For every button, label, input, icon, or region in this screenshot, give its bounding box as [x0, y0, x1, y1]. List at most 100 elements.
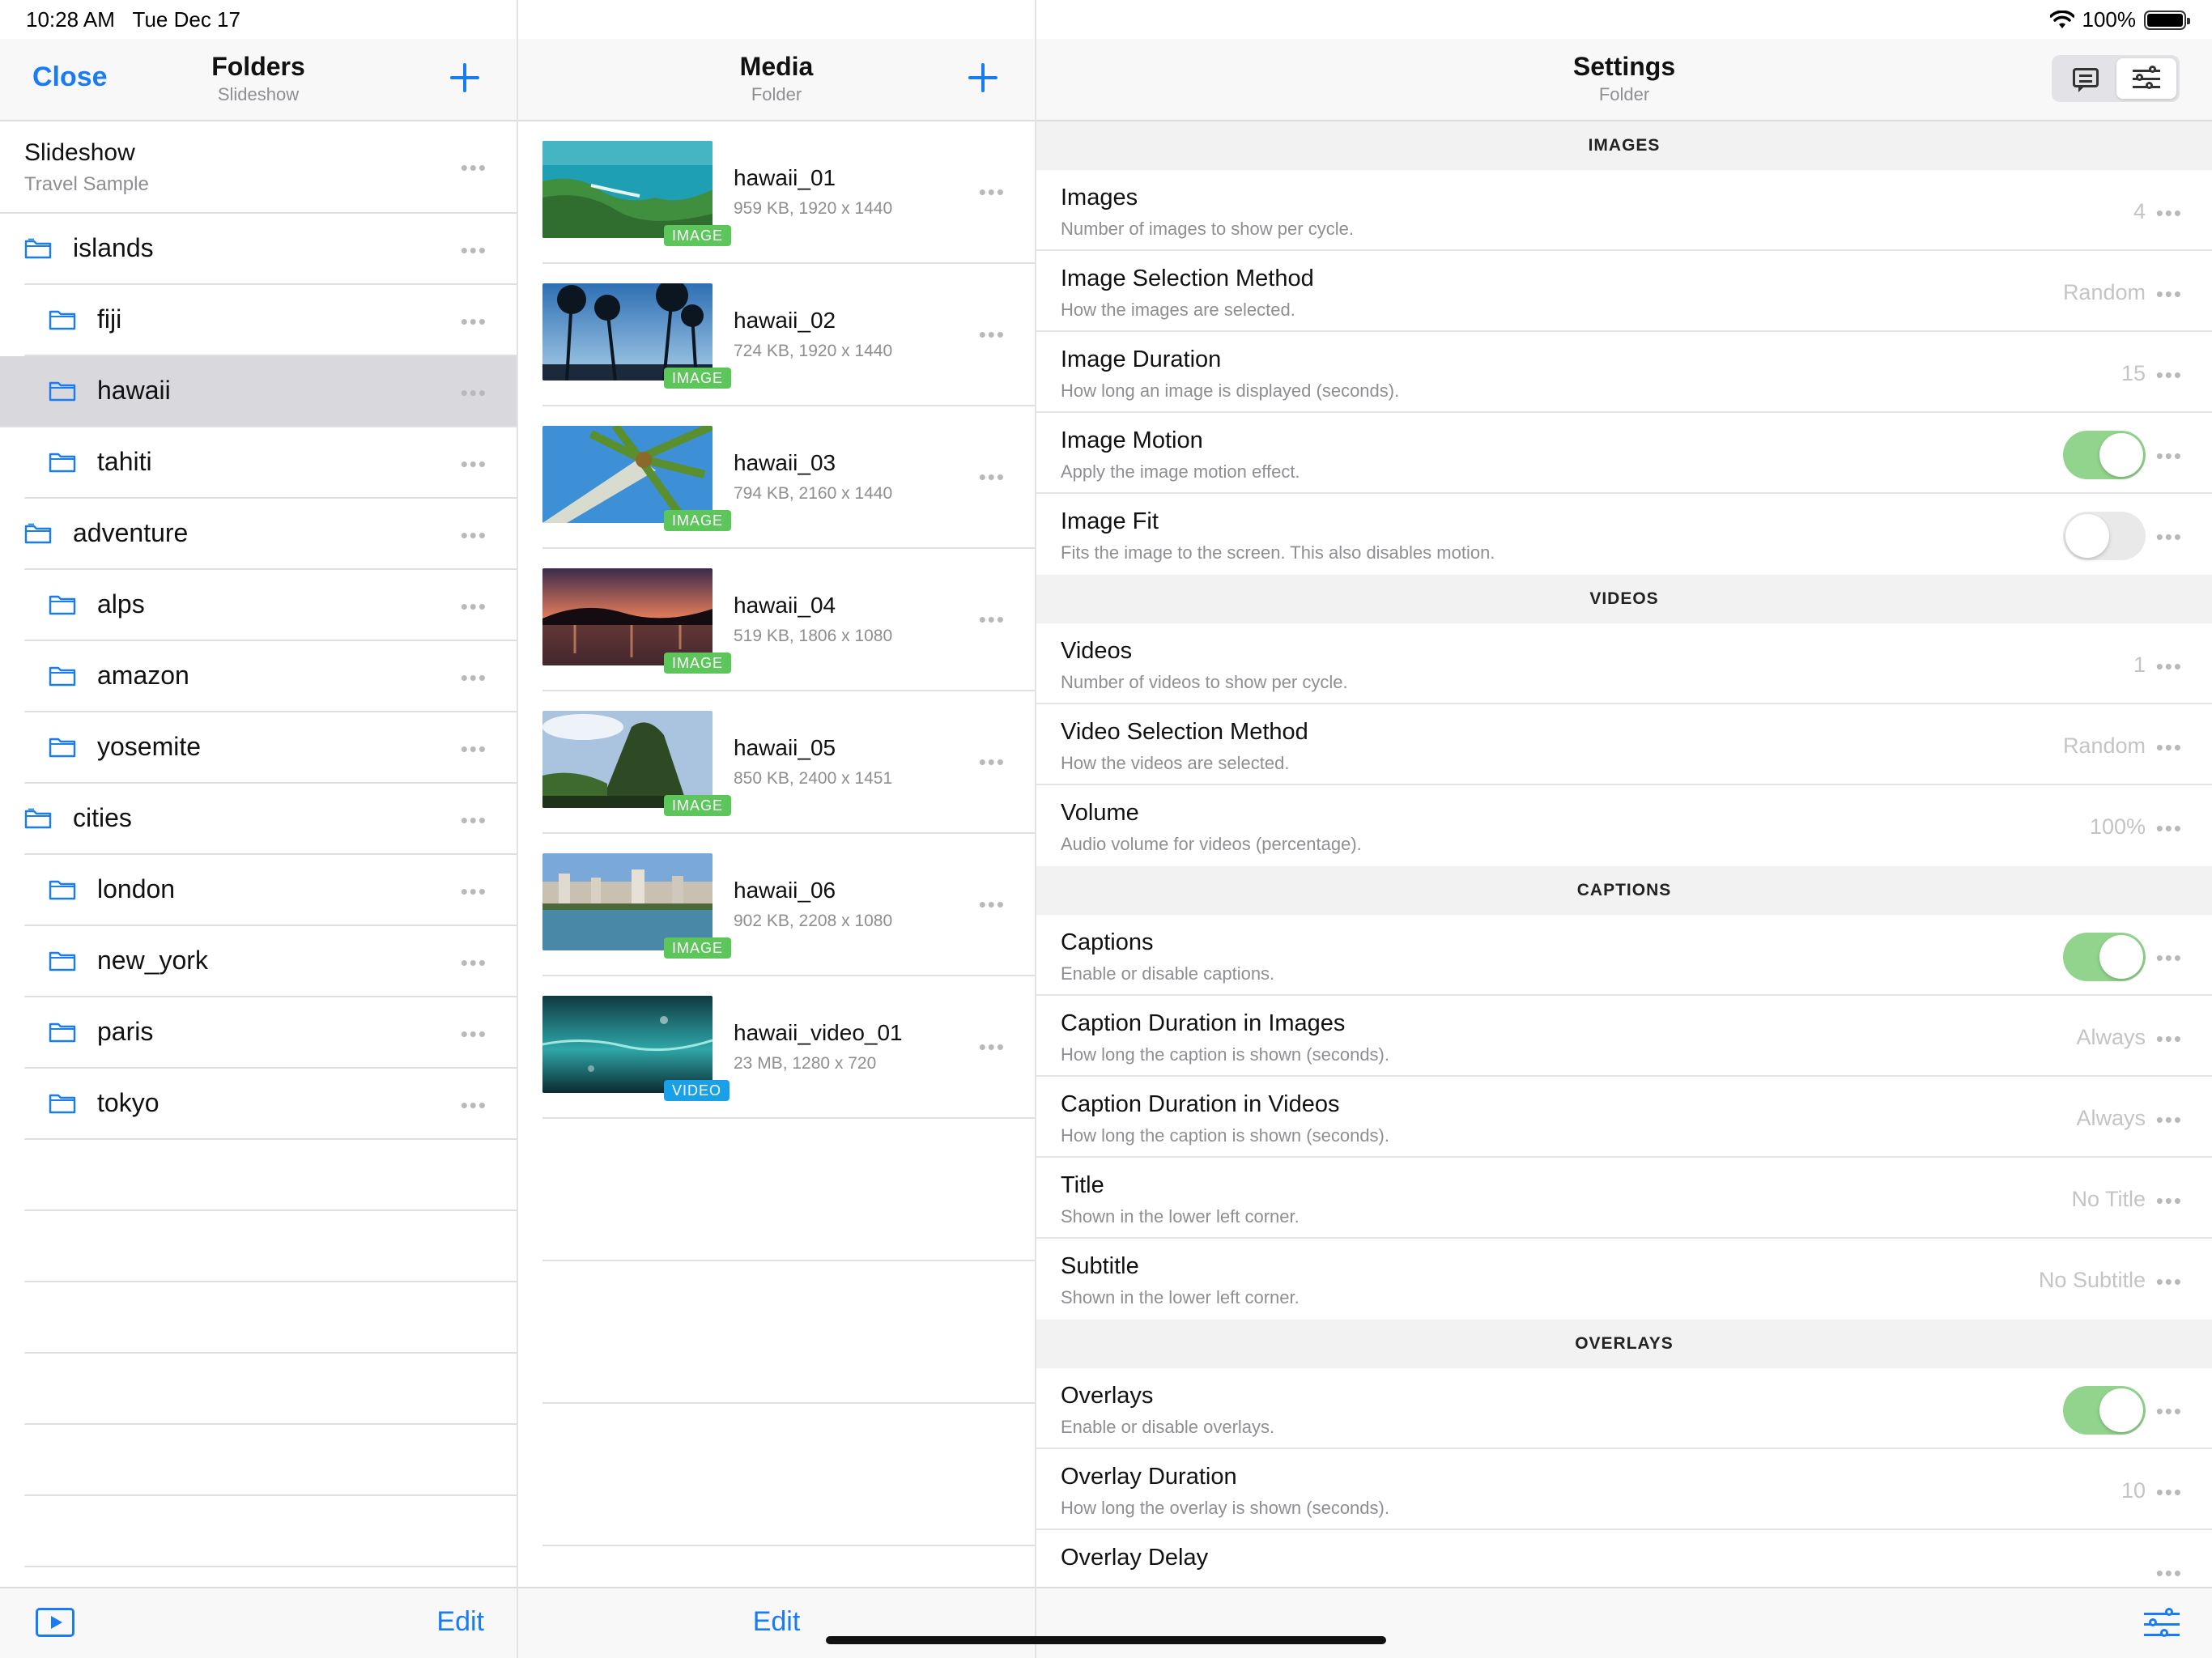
- more-icon[interactable]: •••: [461, 667, 487, 688]
- more-icon[interactable]: •••: [461, 453, 487, 474]
- more-icon[interactable]: •••: [2156, 1028, 2183, 1049]
- add-media-plus-icon[interactable]: [967, 62, 999, 94]
- more-icon[interactable]: •••: [461, 240, 487, 261]
- empty-row: [542, 1261, 1035, 1404]
- more-icon[interactable]: •••: [979, 181, 1006, 202]
- more-icon[interactable]: •••: [2156, 202, 2183, 223]
- more-icon[interactable]: •••: [2156, 1271, 2183, 1292]
- more-icon[interactable]: •••: [2156, 445, 2183, 466]
- folder-row-tokyo[interactable]: tokyo •••: [24, 1069, 517, 1140]
- sliders-icon: [2133, 66, 2160, 91]
- folder-row-fiji[interactable]: fiji •••: [24, 285, 517, 356]
- more-icon[interactable]: •••: [461, 525, 487, 546]
- sliders-icon[interactable]: [2144, 1608, 2180, 1640]
- captions-segment[interactable]: [2055, 58, 2115, 99]
- setting-row-videos[interactable]: Videos Number of videos to show per cycle…: [1036, 623, 2212, 704]
- setting-row-subtitle[interactable]: Subtitle Shown in the lower left corner. N…: [1036, 1239, 2212, 1320]
- setting-row-video-selection-method[interactable]: Video Selection Method How the videos are…: [1036, 704, 2212, 785]
- more-icon[interactable]: •••: [461, 738, 487, 759]
- settings-segment[interactable]: [2116, 58, 2176, 99]
- add-folder-plus-icon[interactable]: [449, 62, 481, 94]
- more-icon[interactable]: •••: [2156, 283, 2183, 304]
- media-row-hawaii-05[interactable]: IMAGE hawaii_05 850 KB, 2400 x 1451 •••: [542, 691, 1035, 834]
- more-icon[interactable]: •••: [979, 324, 1006, 345]
- more-icon[interactable]: •••: [461, 1095, 487, 1116]
- folders-title: Folders: [211, 52, 305, 81]
- more-icon[interactable]: •••: [461, 952, 487, 973]
- more-icon[interactable]: •••: [979, 894, 1006, 915]
- setting-row-image-fit[interactable]: Image Fit Fits the image to the screen. T…: [1036, 494, 2212, 575]
- media-row-hawaii-04[interactable]: IMAGE hawaii_04 519 KB, 1806 x 1080 •••: [542, 549, 1035, 691]
- setting-row-overlay-duration[interactable]: Overlay Duration How long the overlay is …: [1036, 1449, 2212, 1530]
- overlays-toggle[interactable]: [2063, 1386, 2146, 1435]
- setting-row-caption-duration-in-videos[interactable]: Caption Duration in Videos How long the c…: [1036, 1077, 2212, 1158]
- setting-row-overlays[interactable]: Overlays Enable or disable overlays. •••: [1036, 1368, 2212, 1449]
- more-icon[interactable]: •••: [979, 751, 1006, 772]
- slideshow-root-row[interactable]: Slideshow Travel Sample •••: [0, 121, 517, 214]
- more-icon[interactable]: •••: [2156, 364, 2183, 385]
- more-icon[interactable]: •••: [461, 596, 487, 617]
- media-row-hawaii-06[interactable]: IMAGE hawaii_06 902 KB, 2208 x 1080 •••: [542, 834, 1035, 976]
- more-icon[interactable]: •••: [2156, 947, 2183, 968]
- setting-row-caption-duration-in-images[interactable]: Caption Duration in Images How long the c…: [1036, 996, 2212, 1077]
- setting-row-captions[interactable]: Captions Enable or disable captions. •••: [1036, 915, 2212, 996]
- setting-row-image-motion[interactable]: Image Motion Apply the image motion effec…: [1036, 413, 2212, 494]
- more-icon[interactable]: •••: [979, 1036, 1006, 1057]
- more-icon[interactable]: •••: [461, 1023, 487, 1044]
- folder-row-yosemite[interactable]: yosemite •••: [24, 712, 517, 784]
- media-rows: IMAGE hawaii_01 959 KB, 1920 x 1440 ••• IMAG…: [542, 121, 1035, 1119]
- setting-title: Image Selection Method: [1061, 266, 1314, 291]
- setting-description: Audio volume for videos (percentage).: [1061, 834, 1362, 854]
- media-title: Media: [739, 52, 814, 81]
- more-icon[interactable]: •••: [2156, 1401, 2183, 1422]
- more-icon[interactable]: •••: [979, 609, 1006, 630]
- setting-row-title[interactable]: Title Shown in the lower left corner. No T…: [1036, 1158, 2212, 1239]
- setting-row-volume[interactable]: Volume Audio volume for videos (percentag…: [1036, 785, 2212, 866]
- folder-name: paris: [97, 1017, 154, 1046]
- media-subtitle: Folder: [751, 84, 802, 104]
- media-row-hawaii-01[interactable]: IMAGE hawaii_01 959 KB, 1920 x 1440 •••: [542, 121, 1035, 264]
- more-icon[interactable]: •••: [2156, 1482, 2183, 1503]
- folder-name: new_york: [97, 946, 208, 975]
- captions-toggle[interactable]: [2063, 933, 2146, 981]
- setting-title: Caption Duration in Videos: [1061, 1091, 1340, 1117]
- folder-row-alps[interactable]: alps •••: [24, 570, 517, 641]
- image-motion-toggle[interactable]: [2063, 431, 2146, 479]
- folder-row-new-york[interactable]: new_york •••: [24, 926, 517, 997]
- more-icon[interactable]: •••: [2156, 1562, 2183, 1584]
- more-icon[interactable]: •••: [461, 311, 487, 332]
- setting-row-image-selection-method[interactable]: Image Selection Method How the images are…: [1036, 251, 2212, 332]
- media-edit-button[interactable]: Edit: [518, 1606, 1035, 1638]
- more-icon[interactable]: •••: [979, 466, 1006, 487]
- setting-row-image-duration[interactable]: Image Duration How long an image is displ…: [1036, 332, 2212, 413]
- setting-row-images[interactable]: Images Number of images to show per cycle…: [1036, 170, 2212, 251]
- folder-row-adventure[interactable]: adventure •••: [24, 499, 517, 570]
- more-icon[interactable]: •••: [2156, 526, 2183, 547]
- more-icon[interactable]: •••: [2156, 1190, 2183, 1211]
- setting-description: How the images are selected.: [1061, 300, 1295, 320]
- more-icon[interactable]: •••: [2156, 737, 2183, 758]
- more-icon[interactable]: •••: [461, 810, 487, 831]
- media-row-hawaii-02[interactable]: IMAGE hawaii_02 724 KB, 1920 x 1440 •••: [542, 264, 1035, 406]
- media-row-hawaii-03[interactable]: IMAGE hawaii_03 794 KB, 2160 x 1440 •••: [542, 406, 1035, 549]
- media-name: hawaii_01: [734, 165, 836, 190]
- more-icon[interactable]: •••: [2156, 818, 2183, 839]
- folder-row-cities[interactable]: cities •••: [24, 784, 517, 855]
- more-icon[interactable]: •••: [2156, 656, 2183, 677]
- folders-edit-button[interactable]: Edit: [436, 1606, 484, 1638]
- folder-row-london[interactable]: london •••: [24, 855, 517, 926]
- image-fit-toggle[interactable]: [2063, 512, 2146, 560]
- media-row-hawaii-video-01[interactable]: VIDEO hawaii_video_01 23 MB, 1280 x 720 •••: [542, 976, 1035, 1119]
- folder-row-amazon[interactable]: amazon •••: [24, 641, 517, 712]
- media-type-badge: IMAGE: [664, 510, 732, 531]
- folder-row-paris[interactable]: paris •••: [24, 997, 517, 1069]
- more-icon[interactable]: •••: [2156, 1109, 2183, 1130]
- play-slideshow-icon[interactable]: [36, 1608, 74, 1637]
- folder-row-tahiti[interactable]: tahiti •••: [24, 427, 517, 499]
- folder-row-islands[interactable]: islands •••: [24, 214, 517, 285]
- folder-row-hawaii[interactable]: hawaii •••: [0, 356, 517, 427]
- more-icon[interactable]: •••: [461, 157, 487, 178]
- more-icon[interactable]: •••: [461, 881, 487, 902]
- more-icon[interactable]: •••: [461, 382, 487, 403]
- media-name: hawaii_04: [734, 593, 836, 618]
